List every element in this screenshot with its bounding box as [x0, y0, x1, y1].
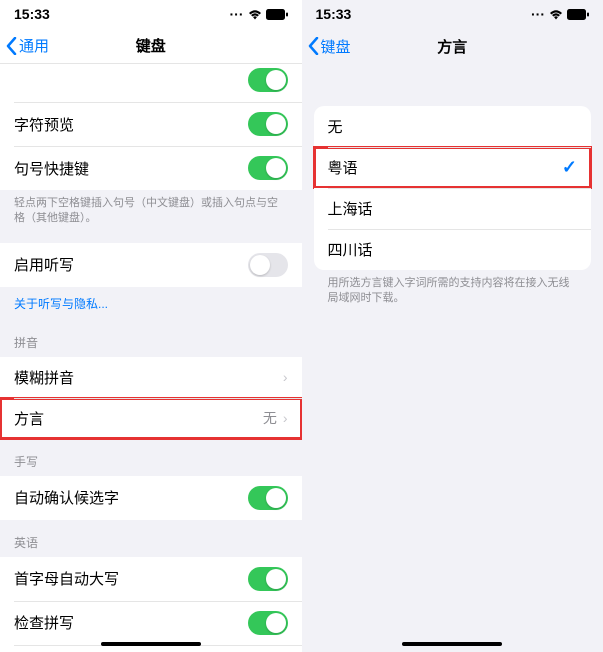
cell-value: 无: [263, 408, 277, 428]
section-header-pinyin: 拼音: [0, 320, 302, 357]
cellular-icon: ···: [531, 6, 545, 22]
section-header-handwriting: 手写: [0, 439, 302, 476]
option-sichuanese[interactable]: 四川话: [314, 229, 592, 270]
wifi-icon: [248, 9, 262, 20]
chevron-left-icon: [6, 37, 17, 55]
switch-toggle[interactable]: [248, 68, 288, 92]
switch-toggle[interactable]: [248, 156, 288, 180]
cell-auto-confirm[interactable]: 自动确认候选字: [0, 476, 302, 520]
status-time: 15:33: [14, 6, 50, 22]
status-indicators: ···: [230, 6, 288, 22]
nav-bar: 通用 键盘: [0, 28, 302, 64]
cellular-icon: ···: [230, 6, 244, 22]
cell-check-spelling[interactable]: 检查拼写: [0, 601, 302, 645]
switch-toggle[interactable]: [248, 611, 288, 635]
option-label: 粤语: [328, 157, 358, 178]
cell-auto-cap[interactable]: 首字母自动大写: [0, 557, 302, 601]
home-indicator[interactable]: [101, 642, 201, 646]
status-bar: 15:33 ···: [302, 0, 603, 28]
option-label: 无: [328, 116, 343, 137]
status-time: 15:33: [316, 6, 352, 22]
privacy-link[interactable]: 关于听写与隐私...: [0, 287, 302, 320]
cell-fuzzy-pinyin[interactable]: 模糊拼音 ›: [0, 357, 302, 398]
wifi-icon: [549, 9, 563, 20]
option-cantonese[interactable]: 粤语 ✓: [314, 147, 592, 188]
cell-label: 首字母自动大写: [14, 568, 119, 589]
checkmark-icon: ✓: [562, 157, 577, 178]
status-indicators: ···: [531, 6, 589, 22]
nav-title: 键盘: [136, 35, 166, 56]
section-header-english: 英语: [0, 520, 302, 557]
cell-label: 句号快捷键: [14, 158, 89, 179]
chevron-left-icon: [308, 37, 319, 55]
cell-dialect[interactable]: 方言 无 ›: [0, 398, 302, 439]
cell-label: 字符预览: [14, 114, 74, 135]
footer-text: 用所选方言键入字词所需的支持内容将在接入无线局域网时下载。: [314, 270, 592, 313]
status-bar: 15:33 ···: [0, 0, 302, 28]
back-label: 通用: [19, 35, 49, 56]
cell-label: 方言: [14, 408, 44, 429]
chevron-right-icon: ›: [283, 369, 288, 385]
cell-char-preview[interactable]: 字符预览: [0, 102, 302, 146]
switch-toggle[interactable]: [248, 112, 288, 136]
option-label: 四川话: [328, 239, 373, 260]
home-indicator[interactable]: [402, 642, 502, 646]
cell-label: 检查拼写: [14, 612, 74, 633]
nav-bar: 键盘 方言: [302, 28, 603, 64]
cell-period-shortcut[interactable]: 句号快捷键: [0, 146, 302, 190]
option-none[interactable]: 无: [314, 106, 592, 147]
cell-partial[interactable]: [0, 64, 302, 102]
back-label: 键盘: [321, 36, 351, 57]
battery-icon: [266, 9, 288, 20]
back-button[interactable]: 通用: [6, 35, 49, 56]
cell-label: 启用听写: [14, 254, 74, 275]
switch-toggle[interactable]: [248, 486, 288, 510]
chevron-right-icon: ›: [283, 410, 288, 426]
battery-icon: [567, 9, 589, 20]
cell-label: 模糊拼音: [14, 367, 74, 388]
cell-label: 自动确认候选字: [14, 487, 119, 508]
switch-toggle[interactable]: [248, 253, 288, 277]
switch-toggle[interactable]: [248, 567, 288, 591]
cell-dictation[interactable]: 启用听写: [0, 243, 302, 287]
nav-title: 方言: [437, 36, 467, 57]
option-shanghainese[interactable]: 上海话: [314, 188, 592, 229]
back-button[interactable]: 键盘: [308, 36, 351, 57]
option-label: 上海话: [328, 198, 373, 219]
footer-text: 轻点两下空格键插入句号（中文键盘）或插入句点与空格（其他键盘）。: [0, 190, 302, 233]
